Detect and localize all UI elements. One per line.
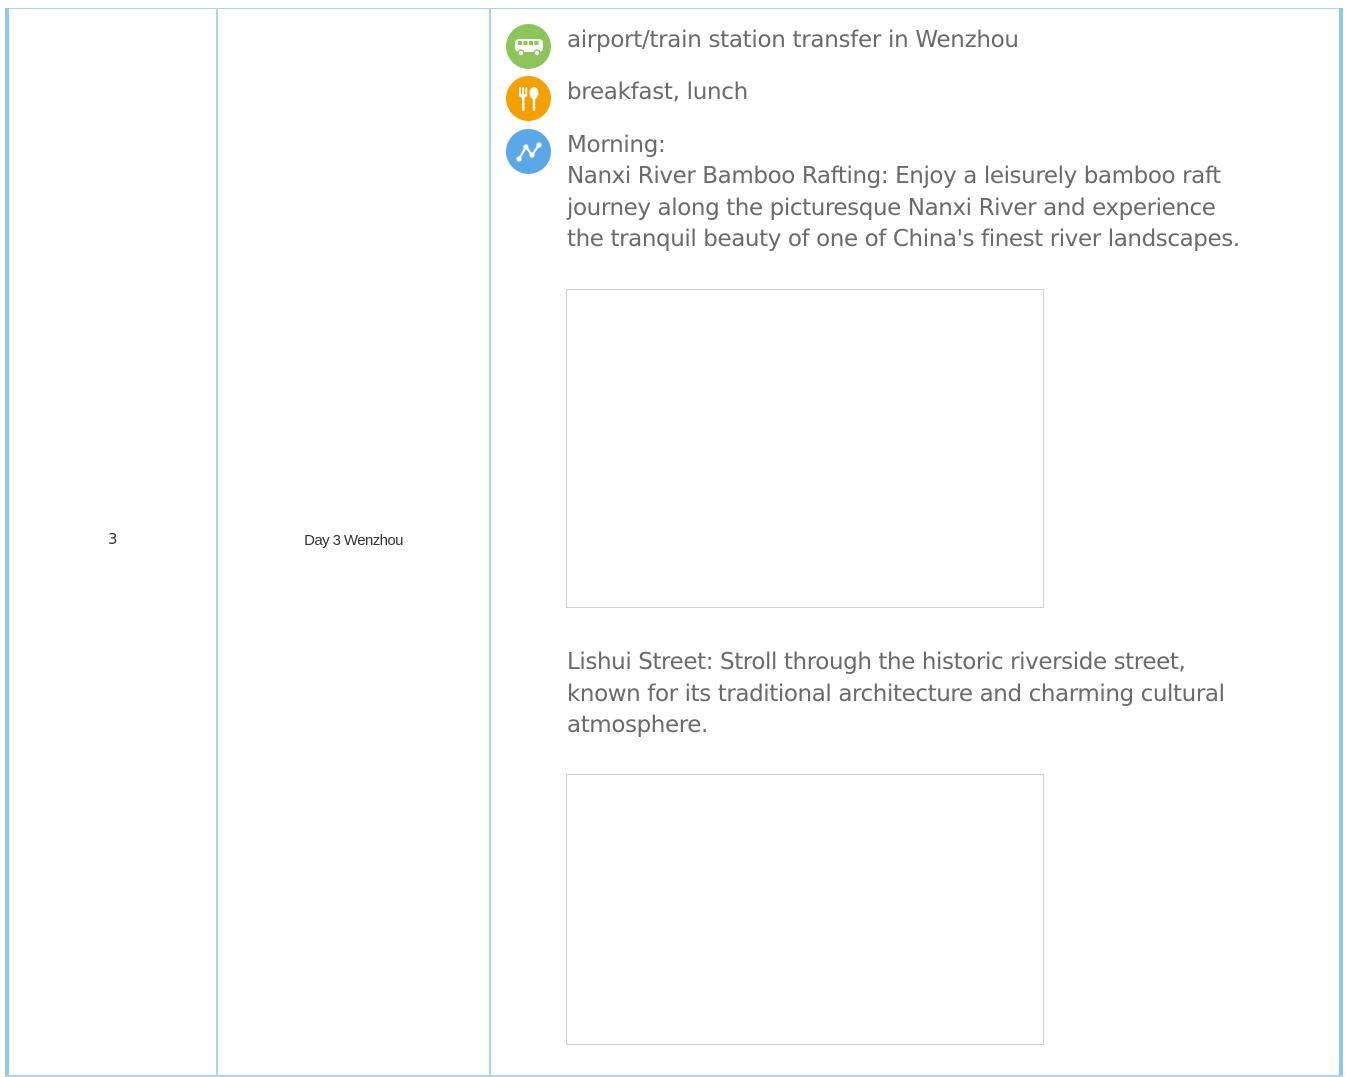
transfer-item <box>506 24 551 69</box>
bus-icon <box>506 24 551 69</box>
day-title-cell: Day 3 Wenzhou <box>304 532 403 549</box>
meals-item <box>506 76 551 121</box>
route-item <box>506 129 551 174</box>
table-border-right <box>1339 8 1343 1077</box>
lishui-street-photo <box>566 774 1044 1045</box>
nanxi-river-photo <box>566 289 1044 608</box>
itinerary-table-row: 3 Day 3 Wenzhou airport/train station tr… <box>0 0 1348 1077</box>
day-number-cell: 3 <box>107 530 118 548</box>
activity-nanxi-description: Nanxi River Bamboo Rafting: Enjoy a leis… <box>567 163 1240 252</box>
transfer-text: airport/train station transfer in Wenzho… <box>567 27 1019 53</box>
fork-spoon-icon <box>506 76 551 121</box>
column-divider <box>489 8 491 1077</box>
meals-text: breakfast, lunch <box>567 79 748 105</box>
activity-lishui-description: Lishui Street: Stroll through the histor… <box>567 649 1225 738</box>
table-border-top <box>5 8 1343 9</box>
morning-label: Morning: <box>567 132 666 158</box>
route-icon <box>506 129 551 174</box>
